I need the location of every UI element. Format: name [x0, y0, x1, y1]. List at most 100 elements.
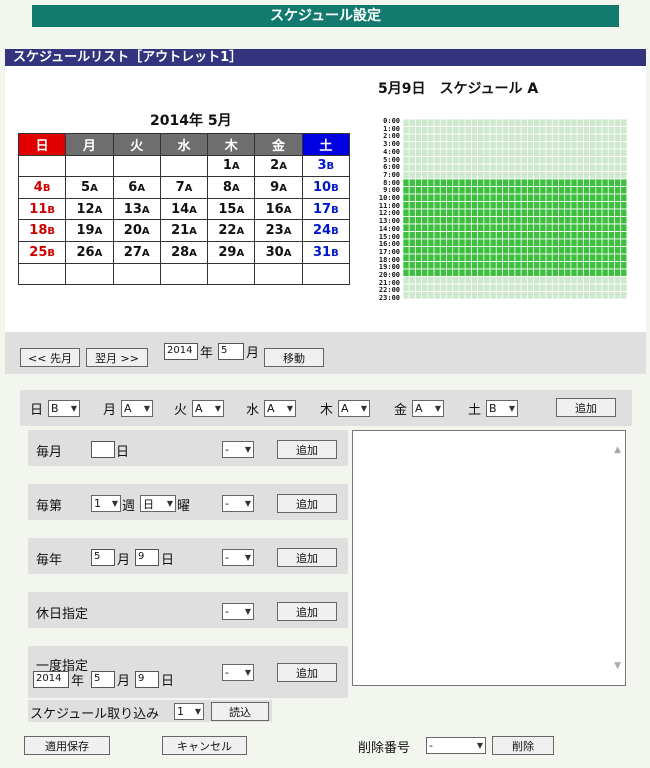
- nav-year-input[interactable]: 2014: [164, 343, 198, 360]
- calendar-day[interactable]: 30A: [254, 240, 303, 264]
- weekday-schedule-select[interactable]: A ▼: [121, 400, 153, 417]
- timeline-cell: [446, 179, 453, 186]
- calendar-day[interactable]: 18B: [17, 219, 67, 242]
- weekday-schedule-select[interactable]: B ▼: [486, 400, 518, 417]
- timeline-cell: [446, 194, 453, 201]
- timeline-cell: [471, 269, 478, 276]
- calendar-day[interactable]: 11B: [17, 197, 67, 221]
- scroll-down-icon[interactable]: ▼: [614, 661, 621, 671]
- import-button[interactable]: 読込: [211, 702, 269, 721]
- prev-month-button[interactable]: << 先月: [20, 348, 80, 367]
- next-month-button[interactable]: 翌月 >>: [86, 348, 148, 367]
- timeline-cell: [471, 284, 478, 291]
- timeline-cell: [527, 284, 534, 291]
- calendar-day[interactable]: 6A: [112, 176, 161, 199]
- timeline-cell: [403, 246, 409, 254]
- weekday-schedule-select[interactable]: A ▼: [338, 400, 370, 417]
- timeline-cell: [515, 194, 521, 201]
- calendar-day[interactable]: 7A: [159, 176, 209, 199]
- calendar-day[interactable]: 29A: [207, 240, 256, 264]
- weekday-schedule-select[interactable]: A ▼: [192, 400, 224, 417]
- yearly-add-button[interactable]: 追加: [277, 548, 337, 567]
- hour-label: 23:00: [378, 294, 400, 303]
- weekday-add-button[interactable]: 追加: [556, 398, 616, 417]
- timeline-cell: [477, 171, 484, 179]
- calendar-day[interactable]: 13A: [112, 197, 161, 221]
- calendar-day[interactable]: 27A: [112, 240, 161, 264]
- yearly-month-input[interactable]: 5: [91, 549, 115, 566]
- calendar-day[interactable]: 31B: [301, 240, 351, 264]
- calendar-day[interactable]: 16A: [254, 197, 303, 221]
- timeline-cell: [409, 164, 415, 171]
- calendar-day[interactable]: 19A: [65, 219, 114, 242]
- delete-button[interactable]: 削除: [492, 736, 554, 755]
- move-button[interactable]: 移動: [264, 348, 324, 367]
- nth-week-schedule-select[interactable]: - ▼: [222, 495, 254, 512]
- timeline-cell: [614, 134, 621, 141]
- calendar-day[interactable]: 1A: [207, 154, 256, 178]
- calendar-day[interactable]: 21A: [159, 219, 209, 242]
- timeline-cell: [459, 216, 465, 224]
- yearly-schedule-select[interactable]: - ▼: [222, 549, 254, 566]
- weekday-schedule-select[interactable]: A ▼: [412, 400, 444, 417]
- calendar-day[interactable]: 25B: [17, 240, 67, 264]
- timeline-cell: [533, 164, 540, 171]
- calendar-day[interactable]: 12A: [65, 197, 114, 221]
- calendar-day[interactable]: 17B: [301, 197, 351, 221]
- timeline-cell: [421, 224, 428, 231]
- calendar-day[interactable]: 14A: [159, 197, 209, 221]
- nth-week-select[interactable]: 1 ▼: [91, 495, 121, 512]
- timeline-cell: [471, 224, 478, 231]
- once-year-input[interactable]: 2014: [33, 671, 69, 688]
- calendar-day[interactable]: 2A: [254, 154, 303, 178]
- calendar-day[interactable]: 10B: [301, 176, 351, 199]
- holiday-add-button[interactable]: 追加: [277, 602, 337, 621]
- calendar-day[interactable]: 5A: [65, 176, 114, 199]
- nth-weekday-select[interactable]: 日 ▼: [140, 495, 176, 512]
- holiday-schedule-select[interactable]: - ▼: [222, 603, 254, 620]
- once-day-input[interactable]: 9: [135, 671, 159, 688]
- calendar-day[interactable]: 4B: [17, 176, 67, 199]
- timeline-cell: [440, 156, 447, 164]
- timeline-cell: [509, 246, 515, 254]
- timeline-cell: [459, 156, 465, 164]
- nth-week-add-button[interactable]: 追加: [277, 494, 337, 513]
- calendar-day[interactable]: 9A: [254, 176, 303, 199]
- nav-month-input[interactable]: 5: [218, 343, 244, 360]
- timeline-cell: [533, 284, 540, 291]
- weekday-schedule-select[interactable]: A ▼: [264, 400, 296, 417]
- timeline-cell: [415, 276, 422, 284]
- calendar-day[interactable]: 15A: [207, 197, 256, 221]
- import-select[interactable]: 1 ▼: [174, 703, 204, 720]
- calendar-day[interactable]: 23A: [254, 219, 303, 242]
- yearly-day-input[interactable]: 9: [135, 549, 159, 566]
- apply-save-button[interactable]: 適用保存: [24, 736, 110, 755]
- timeline-cell: [453, 261, 459, 269]
- timeline-cell: [602, 194, 608, 201]
- scroll-up-icon[interactable]: ▲: [614, 445, 621, 455]
- monthly-day-input[interactable]: [91, 441, 115, 458]
- calendar-day[interactable]: 28A: [159, 240, 209, 264]
- timeline-cell: [614, 216, 621, 224]
- weekday-schedule-select[interactable]: B ▼: [48, 400, 80, 417]
- monthly-schedule-select[interactable]: - ▼: [222, 441, 254, 458]
- calendar-day[interactable]: 20A: [112, 219, 161, 242]
- timeline-cell: [621, 284, 627, 291]
- monthly-add-button[interactable]: 追加: [277, 440, 337, 459]
- delete-number-select[interactable]: - ▼: [426, 737, 486, 754]
- calendar-day[interactable]: 24B: [301, 219, 351, 242]
- calendar-day[interactable]: 3B: [301, 154, 351, 178]
- timeline-cell: [421, 261, 428, 269]
- once-add-button[interactable]: 追加: [277, 663, 337, 682]
- timeline-cell: [602, 231, 608, 239]
- calendar-day[interactable]: 22A: [207, 219, 256, 242]
- timeline-cell: [496, 186, 503, 194]
- calendar-day-number: 12: [76, 201, 95, 217]
- once-schedule-select[interactable]: - ▼: [222, 664, 254, 681]
- timeline-cell: [527, 261, 534, 269]
- once-month-input[interactable]: 5: [91, 671, 115, 688]
- cancel-button[interactable]: キャンセル: [162, 736, 247, 755]
- calendar-day[interactable]: 8A: [207, 176, 256, 199]
- calendar-day[interactable]: 26A: [65, 240, 114, 264]
- rule-list-textarea[interactable]: ▲ ▼: [352, 430, 626, 686]
